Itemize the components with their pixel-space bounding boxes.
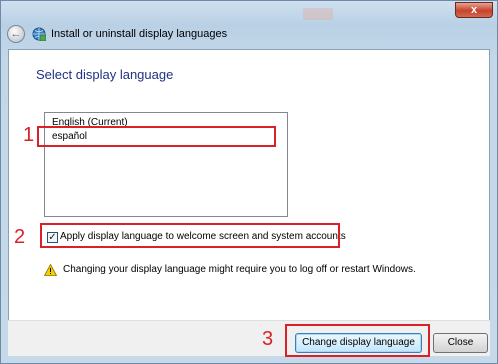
- language-globe-icon: [32, 27, 46, 41]
- annotation-box-2: [40, 223, 340, 248]
- annotation-box-3: [285, 324, 430, 357]
- annotation-number-1: 1: [23, 124, 35, 146]
- annotation-number-2: 2: [14, 226, 26, 248]
- annotation-number-3: 3: [262, 328, 274, 350]
- close-button[interactable]: Close: [433, 333, 488, 353]
- back-arrow-icon: ←: [10, 28, 22, 40]
- back-button[interactable]: ←: [7, 25, 25, 43]
- warning-icon: [44, 264, 57, 276]
- page-title: Select display language: [36, 67, 174, 82]
- window-title: Install or uninstall display languages: [51, 28, 228, 40]
- annotation-box-1: [37, 126, 276, 147]
- window-close-button[interactable]: x: [455, 2, 493, 18]
- warning-text: Changing your display language might req…: [63, 264, 416, 275]
- background-window-ghost: [303, 8, 333, 20]
